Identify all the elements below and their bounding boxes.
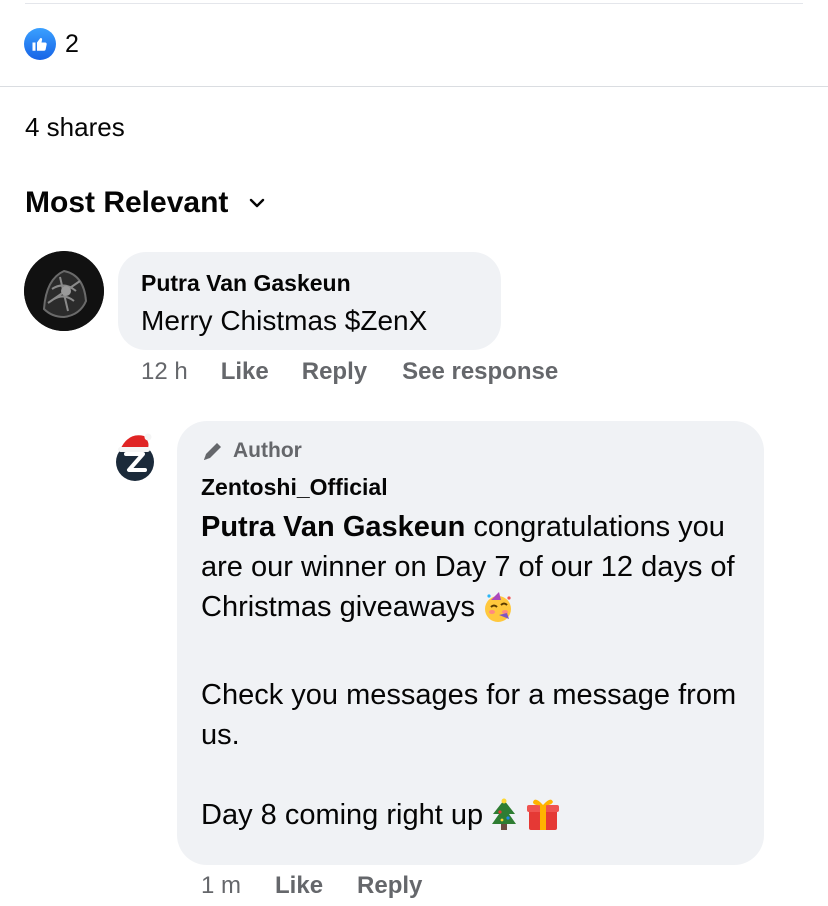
author-badge-label: Author: [233, 439, 302, 462]
avatar[interactable]: [24, 251, 104, 331]
comment-time[interactable]: 12 h: [141, 358, 188, 386]
like-button[interactable]: Like: [275, 872, 323, 900]
reply-button[interactable]: Reply: [302, 358, 367, 386]
mention-link[interactable]: Putra Van Gaskeun: [201, 511, 465, 543]
reply-text: Putra Van Gaskeun congratulations you ar…: [201, 507, 751, 843]
reaction-count: 2: [65, 29, 79, 58]
reply-line-3: Day 8 coming right up: [201, 799, 484, 831]
reply-bubble: Author Zentoshi_Official Putra Van Gaske…: [177, 421, 764, 865]
shares-count[interactable]: 4 shares: [25, 112, 125, 143]
reply-author[interactable]: Zentoshi_Official: [201, 474, 388, 501]
top-divider: [25, 3, 803, 4]
christmas-tree-icon: [489, 798, 519, 843]
like-button[interactable]: Like: [221, 358, 269, 386]
comment-text: Merry Chistmas $ZenX: [141, 305, 428, 336]
see-response-button[interactable]: See response: [402, 358, 558, 386]
section-divider: [0, 86, 828, 87]
pencil-icon: [204, 443, 221, 460]
chevron-down-icon: [250, 198, 265, 208]
avatar[interactable]: [114, 428, 170, 484]
reply-button[interactable]: Reply: [357, 872, 422, 900]
sort-dropdown[interactable]: Most Relevant: [25, 186, 266, 220]
reply-line-2: Check you messages for a message from us…: [201, 679, 737, 751]
comment-bubble: Putra Van Gaskeun Merry Chistmas $ZenX: [118, 252, 501, 350]
party-face-icon: [481, 590, 515, 635]
reply-time[interactable]: 1 m: [201, 872, 241, 900]
author-badge: Author: [201, 439, 302, 463]
gift-icon: [525, 796, 561, 843]
reply-actions: 1 m Like Reply: [201, 872, 422, 900]
like-icon: [24, 28, 56, 60]
comment-author[interactable]: Putra Van Gaskeun: [141, 270, 351, 297]
sort-label: Most Relevant: [25, 186, 229, 219]
reaction-summary[interactable]: 2: [24, 28, 79, 60]
comment-actions: 12 h Like Reply See response: [141, 358, 558, 386]
